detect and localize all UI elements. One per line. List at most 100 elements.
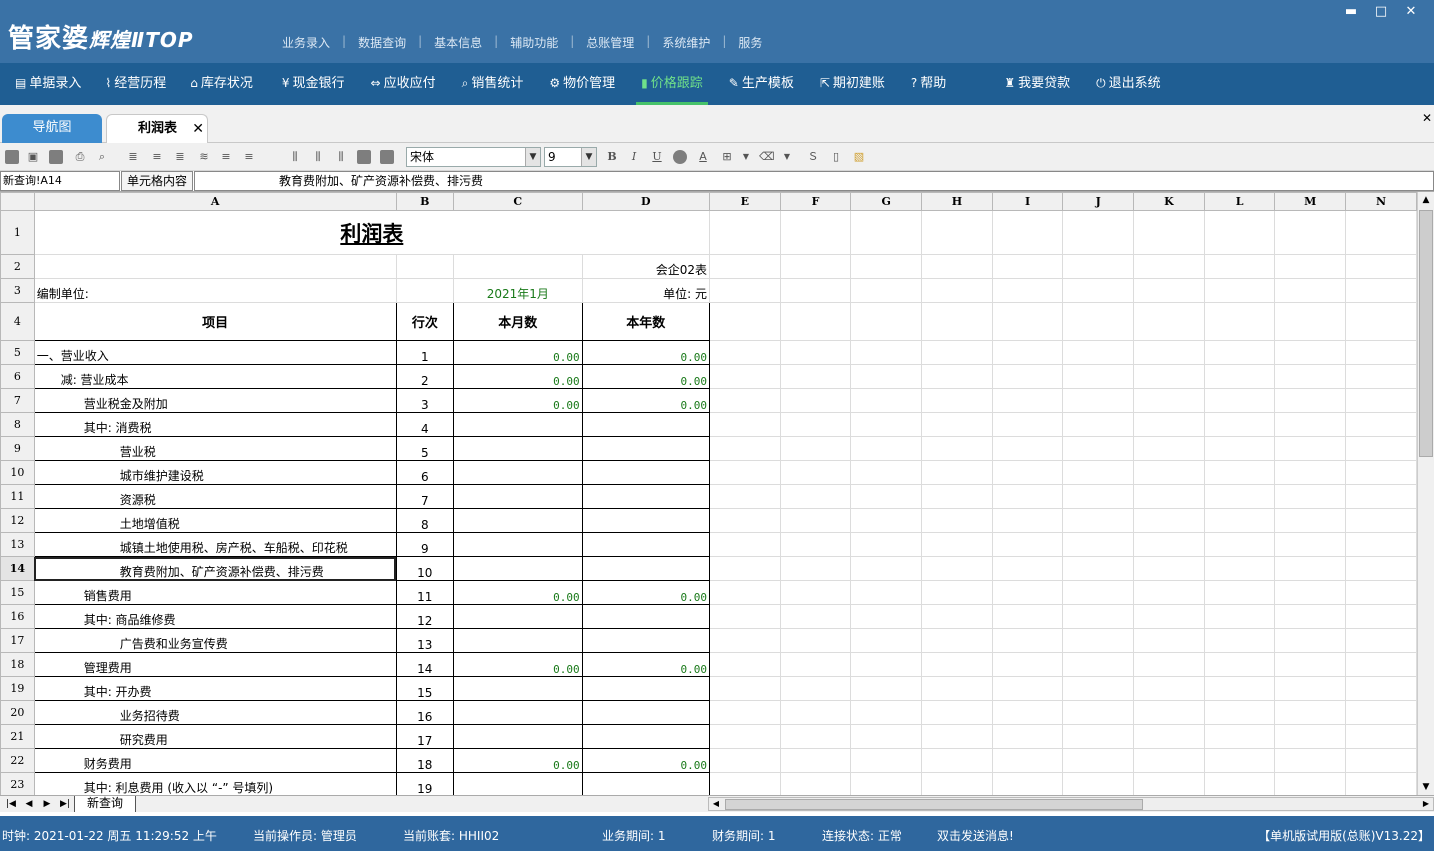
cell[interactable]	[991, 652, 1064, 677]
cell[interactable]	[1062, 484, 1134, 509]
align-left-icon[interactable]: ≣	[126, 150, 140, 164]
cell[interactable]	[1345, 580, 1417, 605]
cell[interactable]	[779, 460, 852, 485]
top-menu-item[interactable]: 辅助功能	[498, 34, 570, 51]
cell[interactable]	[991, 484, 1064, 509]
column-header[interactable]: F	[779, 192, 852, 211]
table-header[interactable]: 项目	[33, 302, 397, 341]
cell[interactable]	[1203, 580, 1276, 605]
sheet-tab[interactable]: 新查询	[74, 796, 137, 812]
horizontal-scrollbar[interactable]: ◀ ▶	[708, 797, 1434, 811]
strikethrough-icon[interactable]: Ｓ	[806, 150, 820, 164]
cell[interactable]	[1062, 652, 1134, 677]
column-header[interactable]: K	[1133, 192, 1205, 211]
cell[interactable]	[1062, 340, 1134, 365]
line-number-cell[interactable]: 19	[395, 772, 455, 795]
top-menu-item[interactable]: 总账管理	[574, 34, 646, 51]
select-all-corner[interactable]	[0, 192, 35, 211]
cell[interactable]	[1274, 302, 1347, 341]
cell[interactable]	[991, 676, 1064, 701]
cell[interactable]	[850, 628, 923, 653]
line-number-cell[interactable]: 16	[395, 700, 455, 725]
cell[interactable]	[1062, 532, 1134, 557]
year-value-cell[interactable]: 0.00	[581, 652, 710, 677]
cell[interactable]	[1062, 364, 1134, 389]
month-value-cell[interactable]: 0.00	[453, 652, 583, 677]
cell[interactable]	[921, 532, 993, 557]
cell[interactable]	[453, 254, 583, 279]
cell[interactable]	[921, 508, 993, 533]
item-cell[interactable]: 减: 营业成本	[33, 364, 397, 389]
cell[interactable]	[1203, 556, 1276, 581]
cell[interactable]	[1345, 652, 1417, 677]
cell[interactable]	[1345, 340, 1417, 365]
cell[interactable]	[1345, 254, 1417, 279]
year-value-cell[interactable]: 0.00	[581, 340, 710, 365]
item-cell[interactable]: 广告费和业务宣传费	[33, 628, 397, 653]
cell[interactable]	[708, 556, 781, 581]
column-header[interactable]: L	[1203, 192, 1276, 211]
cell[interactable]	[1062, 628, 1134, 653]
cell[interactable]	[1345, 508, 1417, 533]
cell[interactable]	[708, 700, 781, 725]
cell[interactable]	[1133, 700, 1205, 725]
cell[interactable]	[921, 278, 993, 303]
cell[interactable]	[991, 254, 1064, 279]
cell[interactable]	[779, 508, 852, 533]
row-header[interactable]: 1	[0, 210, 35, 255]
item-cell[interactable]: 其中: 利息费用 (收入以 “-” 号填列)	[33, 772, 397, 795]
column-header[interactable]: G	[850, 192, 923, 211]
save-as-icon[interactable]: ■	[49, 150, 63, 164]
cell[interactable]	[1345, 748, 1417, 773]
cell[interactable]	[991, 580, 1064, 605]
cell[interactable]	[1203, 210, 1276, 255]
sheet-title[interactable]: 利润表	[33, 210, 710, 255]
unit-label[interactable]: 编制单位:	[33, 278, 397, 303]
row-header[interactable]: 11	[0, 484, 35, 509]
nav-item[interactable]: ⌂ 库存状况	[181, 63, 262, 105]
merge-icon[interactable]: ⫼	[334, 150, 348, 164]
font-size-select[interactable]: 9 ▼	[544, 147, 597, 167]
cell[interactable]	[779, 436, 852, 461]
line-number-cell[interactable]: 1	[395, 340, 455, 365]
cell[interactable]	[779, 556, 852, 581]
cell[interactable]	[779, 302, 852, 341]
cell[interactable]	[1274, 700, 1347, 725]
item-cell[interactable]: 财务费用	[33, 748, 397, 773]
cell[interactable]	[1274, 604, 1347, 629]
cell[interactable]	[921, 580, 993, 605]
cell[interactable]	[708, 302, 781, 341]
cell[interactable]	[850, 532, 923, 557]
cell[interactable]	[991, 604, 1064, 629]
year-value-cell[interactable]	[581, 436, 710, 461]
cell[interactable]	[1133, 340, 1205, 365]
month-value-cell[interactable]	[453, 628, 583, 653]
month-value-cell[interactable]: 0.00	[453, 364, 583, 389]
cell[interactable]	[850, 302, 923, 341]
year-value-cell[interactable]	[581, 772, 710, 795]
cell[interactable]	[1203, 628, 1276, 653]
cell[interactable]	[921, 460, 993, 485]
cell[interactable]	[921, 724, 993, 749]
cell[interactable]	[1133, 388, 1205, 413]
month-value-cell[interactable]	[453, 484, 583, 509]
year-value-cell[interactable]: 0.00	[581, 364, 710, 389]
cell[interactable]	[850, 254, 923, 279]
item-cell[interactable]: 业务招待费	[33, 700, 397, 725]
horizontal-scroll-thumb[interactable]	[725, 799, 1143, 810]
cell[interactable]	[850, 278, 923, 303]
cell[interactable]	[850, 700, 923, 725]
cell[interactable]	[779, 604, 852, 629]
month-value-cell[interactable]	[453, 772, 583, 795]
column-header[interactable]: M	[1274, 192, 1347, 211]
item-cell[interactable]: 营业税金及附加	[33, 388, 397, 413]
column-header[interactable]: H	[921, 192, 993, 211]
cell[interactable]	[1133, 652, 1205, 677]
item-cell[interactable]: 营业税	[33, 436, 397, 461]
nav-item[interactable]: ♜ 我要贷款	[995, 63, 1079, 105]
table-header[interactable]: 本月数	[453, 302, 583, 341]
chevron-down-icon[interactable]: ▼	[739, 150, 753, 164]
item-cell[interactable]: 销售费用	[33, 580, 397, 605]
cell[interactable]	[1274, 580, 1347, 605]
cell[interactable]	[779, 254, 852, 279]
